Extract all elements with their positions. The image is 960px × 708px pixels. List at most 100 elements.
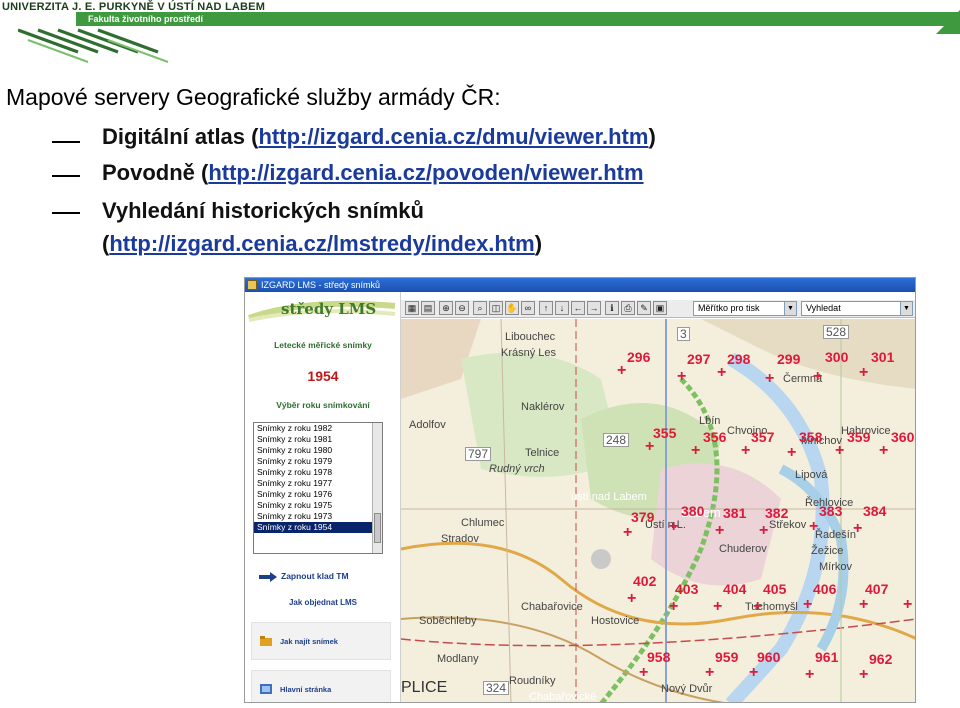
search-select[interactable]: Vyhledat ▼ [801,301,913,316]
frame-marker-icon[interactable]: + [765,371,774,387]
zoom-extent-icon[interactable]: ⌕ [473,301,487,315]
order-lms-link[interactable]: Jak objednat LMS [245,598,401,607]
frame-number[interactable]: 405 [763,581,786,597]
frame-number[interactable]: 406 [813,581,836,597]
frame-number[interactable]: 383 [819,503,842,519]
frame-number[interactable]: 300 [825,349,848,365]
frame-number[interactable]: 380 [681,503,704,519]
frame-marker-icon[interactable]: + [715,523,724,539]
scrollbar-thumb[interactable] [374,513,381,543]
frame-number[interactable]: 360 [891,429,914,445]
frame-marker-icon[interactable]: + [759,523,768,539]
frame-number[interactable]: 404 [723,581,746,597]
frame-number[interactable]: 298 [727,351,750,367]
povodne-link[interactable]: http://izgard.cenia.cz/povoden/viewer.ht… [208,160,643,185]
listbox-scrollbar[interactable] [372,423,382,553]
home-button[interactable]: Hlavní stránka [251,670,391,702]
map-canvas[interactable]: Krásný Les Naklérov Adolfov Telnice Rudn… [401,319,915,702]
pan-icon[interactable]: ✋ [505,301,519,315]
frame-number[interactable]: 402 [633,573,656,589]
toggle-tm-button[interactable]: Zapnout klad TM [259,570,399,584]
scale-select[interactable]: Měřítko pro tisk ▼ [693,301,797,316]
frame-number[interactable]: 961 [815,649,838,665]
arrow-up-icon[interactable]: ↑ [539,301,553,315]
frame-marker-icon[interactable]: + [809,519,818,535]
list-item-selected[interactable]: Snímky z roku 1954 [254,522,382,533]
frame-marker-icon[interactable]: + [835,443,844,459]
frame-marker-icon[interactable]: + [859,597,868,613]
frame-marker-icon[interactable]: + [617,363,626,379]
frame-number[interactable]: 379 [631,509,654,525]
frame-number[interactable]: 384 [863,503,886,519]
frame-marker-icon[interactable]: + [741,443,750,459]
zoom-rect-icon[interactable]: ◫ [489,301,503,315]
frame-number[interactable]: 359 [847,429,870,445]
list-item[interactable]: Snímky z roku 1981 [254,434,382,445]
list-item[interactable]: Snímky z roku 1982 [254,423,382,434]
list-item[interactable]: Snímky z roku 1978 [254,467,382,478]
list-item[interactable]: Snímky z roku 1980 [254,445,382,456]
map-label: Řadešín [815,529,856,541]
frame-marker-icon[interactable]: + [859,667,868,683]
frame-number[interactable]: 403 [675,581,698,597]
frame-marker-icon[interactable]: + [669,599,678,615]
clear-icon[interactable]: ▣ [653,301,667,315]
frame-marker-icon[interactable]: + [879,443,888,459]
list-item[interactable]: Snímky z roku 1976 [254,489,382,500]
frame-number[interactable]: 356 [703,429,726,445]
arrow-left-icon[interactable]: ← [571,301,585,315]
frame-marker-icon[interactable]: + [691,443,700,459]
list-item[interactable]: Snímky z roku 1973 [254,511,382,522]
layers-icon[interactable]: ▦ [405,301,419,315]
list-item[interactable]: Snímky z roku 1979 [254,456,382,467]
list-item[interactable]: Snímky z roku 1975 [254,500,382,511]
frame-number[interactable]: 959 [715,649,738,665]
frame-number[interactable]: 962 [869,651,892,667]
frame-number[interactable]: 358 [799,429,822,445]
frame-number[interactable]: 382 [765,505,788,521]
frame-number[interactable]: 299 [777,351,800,367]
measure-icon[interactable]: ✎ [637,301,651,315]
frame-marker-icon[interactable]: + [859,365,868,381]
frame-marker-icon[interactable]: + [903,597,912,613]
frame-marker-icon[interactable]: + [639,665,648,681]
frame-number[interactable]: 355 [653,425,676,441]
frame-marker-icon[interactable]: + [677,369,686,385]
frame-marker-icon[interactable]: + [749,665,758,681]
frame-marker-icon[interactable]: + [753,599,762,615]
lmstredy-link[interactable]: http://izgard.cenia.cz/lmstredy/index.ht… [109,231,534,256]
frame-number[interactable]: 407 [865,581,888,597]
info-icon[interactable]: ℹ [605,301,619,315]
print-icon[interactable]: ⎙ [621,301,635,315]
arrow-right-icon[interactable]: → [587,301,601,315]
frame-marker-icon[interactable]: + [813,369,822,385]
frame-marker-icon[interactable]: + [627,591,636,607]
zoom-in-icon[interactable]: ⊕ [439,301,453,315]
frame-marker-icon[interactable]: + [853,521,862,537]
year-listbox[interactable]: Snímky z roku 1982 Snímky z roku 1981 Sn… [253,422,383,554]
frame-number[interactable]: 297 [687,351,710,367]
frame-marker-icon[interactable]: + [669,519,678,535]
frame-number[interactable]: 357 [751,429,774,445]
frame-marker-icon[interactable]: + [717,365,726,381]
frame-marker-icon[interactable]: + [623,525,632,541]
frame-marker-icon[interactable]: + [645,439,654,455]
frame-number[interactable]: 301 [871,349,894,365]
list-item[interactable]: Snímky z roku 1977 [254,478,382,489]
bullet-povodne: Povodně (http://izgard.cenia.cz/povoden/… [102,160,644,186]
digital-atlas-link[interactable]: http://izgard.cenia.cz/dmu/viewer.htm [258,124,648,149]
frame-number[interactable]: 958 [647,649,670,665]
frame-marker-icon[interactable]: + [787,445,796,461]
map-icon[interactable]: ▤ [421,301,435,315]
zoom-out-icon[interactable]: ⊖ [455,301,469,315]
binoculars-icon[interactable]: ∞ [521,301,535,315]
frame-marker-icon[interactable]: + [805,667,814,683]
frame-number[interactable]: 960 [757,649,780,665]
frame-marker-icon[interactable]: + [705,665,714,681]
frame-number[interactable]: 381 [723,505,746,521]
frame-marker-icon[interactable]: + [713,599,722,615]
find-image-button[interactable]: Jak najít snímek [251,622,391,660]
frame-marker-icon[interactable]: + [803,597,812,613]
frame-number[interactable]: 296 [627,349,650,365]
arrow-down-icon[interactable]: ↓ [555,301,569,315]
